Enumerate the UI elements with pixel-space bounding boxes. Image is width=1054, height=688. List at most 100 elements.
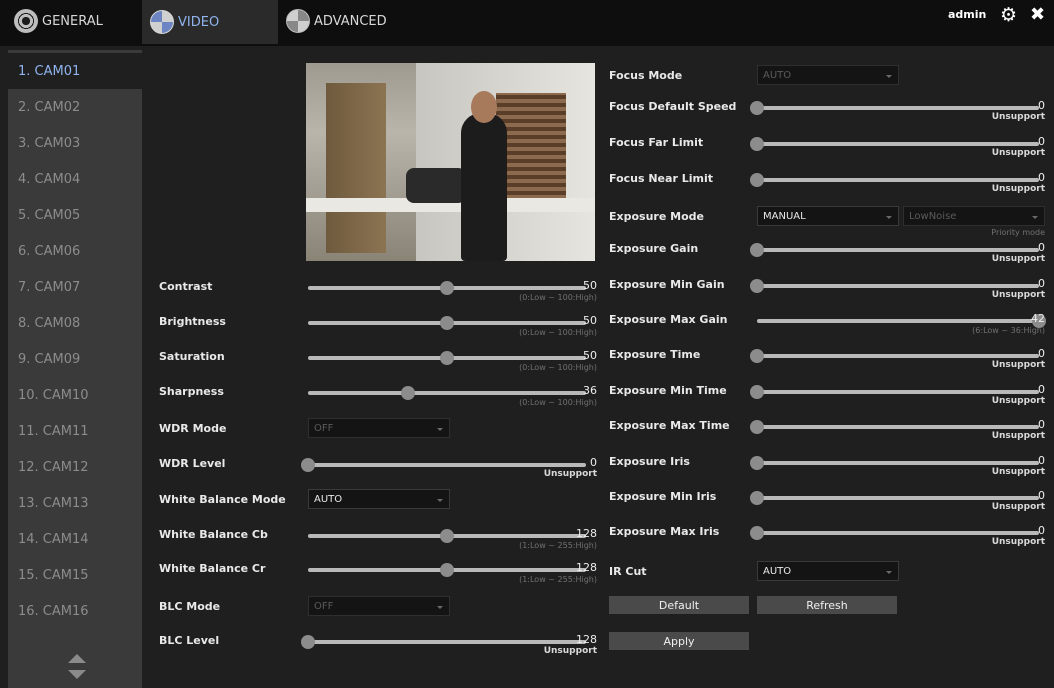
exposure-iris-label: Exposure Iris <box>609 455 690 468</box>
priority-mode-select[interactable]: LowNoise <box>903 206 1045 226</box>
close-icon[interactable]: ✖ <box>1030 6 1045 24</box>
sidebar-item-cam11[interactable]: 11. CAM11 <box>8 413 142 449</box>
focus-default-speed-slider-thumb[interactable] <box>750 101 764 115</box>
sharpness-slider-thumb[interactable] <box>401 386 416 400</box>
default-button[interactable]: Default <box>609 596 749 614</box>
exposure-gain-slider-thumb[interactable] <box>750 243 764 257</box>
priority-mode-select-value: LowNoise <box>909 210 957 222</box>
exposure-min-time-note: Unsupport <box>991 396 1045 406</box>
wdr-level-slider-thumb[interactable] <box>301 458 315 472</box>
sharpness-label: Sharpness <box>159 385 224 398</box>
contrast-label: Contrast <box>159 280 213 293</box>
sidebar-item-cam16[interactable]: 16. CAM16 <box>8 593 142 629</box>
exposure-min-gain-slider[interactable] <box>750 279 1039 293</box>
chevron-down-icon <box>1032 216 1038 219</box>
exposure-min-iris-slider[interactable] <box>750 491 1039 505</box>
wb-cb-slider[interactable] <box>308 529 586 543</box>
wb-mode-label: White Balance Mode <box>159 493 286 506</box>
focus-mode-select[interactable]: AUTO <box>757 65 899 85</box>
focus-near-limit-slider[interactable] <box>750 173 1039 187</box>
exposure-min-time-slider[interactable] <box>750 385 1039 399</box>
focus-near-limit-label: Focus Near Limit <box>609 172 713 185</box>
focus-mode-select-value: AUTO <box>763 69 792 81</box>
saturation-value: 50 <box>583 349 597 362</box>
exposure-max-gain-slider[interactable] <box>757 314 1046 328</box>
camera-preview <box>306 63 595 261</box>
wdr-level-slider[interactable] <box>301 458 586 472</box>
ir-cut-select[interactable]: AUTO <box>757 561 899 581</box>
wb-mode-select[interactable]: AUTO <box>308 489 450 509</box>
wb-cr-note: (1:Low ~ 255:High) <box>519 575 597 584</box>
focus-far-limit-slider[interactable] <box>750 137 1039 151</box>
sidebar-item-cam07[interactable]: 7. CAM07 <box>8 269 142 305</box>
exposure-time-slider-thumb[interactable] <box>750 349 764 363</box>
sidebar-item-cam10[interactable]: 10. CAM10 <box>8 377 142 413</box>
sidebar-item-cam08[interactable]: 8. CAM08 <box>8 305 142 341</box>
scroll-up-arrow-icon[interactable] <box>68 654 86 663</box>
sidebar-item-cam03[interactable]: 3. CAM03 <box>8 125 142 161</box>
blc-level-slider-thumb[interactable] <box>301 635 315 649</box>
exposure-max-iris-note: Unsupport <box>991 537 1045 547</box>
exposure-max-time-slider-thumb[interactable] <box>750 420 764 434</box>
exposure-min-time-value: 0 <box>1038 383 1045 396</box>
scroll-down-arrow-icon[interactable] <box>68 670 86 679</box>
sidebar-item-cam04[interactable]: 4. CAM04 <box>8 161 142 197</box>
blc-level-note: Unsupport <box>543 646 597 656</box>
contrast-slider[interactable] <box>308 281 586 295</box>
exposure-min-iris-slider-thumb[interactable] <box>750 491 764 505</box>
chevron-down-icon <box>886 216 892 219</box>
exposure-mode-select[interactable]: MANUAL <box>757 206 899 226</box>
exposure-max-iris-slider-thumb[interactable] <box>750 526 764 540</box>
exposure-max-gain-note: (6:Low ~ 36:High) <box>972 326 1045 335</box>
blc-mode-label: BLC Mode <box>159 600 221 613</box>
exposure-time-slider[interactable] <box>750 349 1039 363</box>
tab-general[interactable]: GENERAL <box>14 0 140 42</box>
sidebar-item-cam09[interactable]: 9. CAM09 <box>8 341 142 377</box>
focus-default-speed-slider[interactable] <box>750 101 1039 115</box>
exposure-iris-slider-thumb[interactable] <box>750 456 764 470</box>
chevron-down-icon <box>437 606 443 609</box>
wdr-mode-select[interactable]: OFF <box>308 418 450 438</box>
tab-video[interactable]: VIDEO <box>142 0 278 44</box>
sidebar-item-cam01[interactable]: 1. CAM01 <box>8 53 142 89</box>
sharpness-slider[interactable] <box>308 386 586 400</box>
focus-near-limit-note: Unsupport <box>991 184 1045 194</box>
sidebar-item-cam14[interactable]: 14. CAM14 <box>8 521 142 557</box>
exposure-iris-note: Unsupport <box>991 467 1045 477</box>
exposure-min-time-slider-thumb[interactable] <box>750 385 764 399</box>
blc-level-value: 128 <box>576 633 597 646</box>
focus-far-limit-slider-thumb[interactable] <box>750 137 764 151</box>
tab-general-label: GENERAL <box>42 13 103 29</box>
exposure-time-note: Unsupport <box>991 360 1045 370</box>
sidebar-item-cam15[interactable]: 15. CAM15 <box>8 557 142 593</box>
sidebar-item-cam06[interactable]: 6. CAM06 <box>8 233 142 269</box>
brightness-slider[interactable] <box>308 316 586 330</box>
tab-advanced[interactable]: ADVANCED <box>286 0 426 42</box>
brightness-label: Brightness <box>159 315 226 328</box>
exposure-gain-slider[interactable] <box>750 243 1039 257</box>
exposure-max-iris-slider[interactable] <box>750 526 1039 540</box>
focus-far-limit-value: 0 <box>1038 135 1045 148</box>
exposure-time-label: Exposure Time <box>609 348 701 361</box>
blc-mode-select-value: OFF <box>314 600 334 612</box>
blc-mode-select[interactable]: OFF <box>308 596 450 616</box>
saturation-slider[interactable] <box>308 351 586 365</box>
chevron-down-icon <box>437 428 443 431</box>
focus-mode-label: Focus Mode <box>609 69 683 82</box>
gear-icon[interactable]: ⚙ <box>1000 6 1017 25</box>
exposure-min-gain-slider-thumb[interactable] <box>750 279 764 293</box>
sidebar-item-cam13[interactable]: 13. CAM13 <box>8 485 142 521</box>
sidebar-item-cam02[interactable]: 2. CAM02 <box>8 89 142 125</box>
wb-cr-slider[interactable] <box>308 563 586 577</box>
blc-level-slider[interactable] <box>301 635 586 649</box>
focus-near-limit-slider-thumb[interactable] <box>750 173 764 187</box>
exposure-min-iris-note: Unsupport <box>991 502 1045 512</box>
sidebar-item-cam12[interactable]: 12. CAM12 <box>8 449 142 485</box>
sidebar-item-cam05[interactable]: 5. CAM05 <box>8 197 142 233</box>
exposure-max-time-slider[interactable] <box>750 420 1039 434</box>
exposure-iris-slider[interactable] <box>750 456 1039 470</box>
wb-cb-label: White Balance Cb <box>159 528 268 541</box>
apply-button[interactable]: Apply <box>609 632 749 650</box>
sharpness-value: 36 <box>583 384 597 397</box>
refresh-button[interactable]: Refresh <box>757 596 897 614</box>
